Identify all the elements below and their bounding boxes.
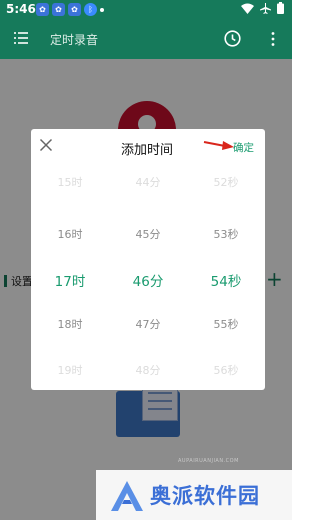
app-bar: 定时录音 (0, 19, 292, 59)
status-time: 5:46 (6, 2, 36, 16)
airplane-icon (260, 2, 271, 14)
second-option[interactable]: 56秒 (187, 362, 265, 378)
app-title: 定时录音 (50, 33, 99, 47)
bluetooth-icon: ᛒ (84, 3, 97, 16)
minute-option[interactable]: 47分 (109, 316, 187, 332)
add-time-dialog: 添加时间 确定 15时 16时 17时 18时 19时 44分 45分 46分 … (31, 129, 265, 390)
dialog-title: 添加时间 (121, 143, 174, 158)
paw-icon: ✿ (68, 3, 81, 16)
paw-icon: ✿ (36, 3, 49, 16)
second-option-selected[interactable]: 54秒 (187, 270, 265, 290)
watermark-url: AUPAIRUANJIAN.COM (178, 458, 239, 464)
paw-icon: ✿ (52, 3, 65, 16)
hour-option[interactable]: 15时 (31, 174, 109, 190)
second-option[interactable]: 53秒 (187, 226, 265, 242)
clock-icon[interactable] (224, 30, 241, 47)
minute-option[interactable]: 48分 (109, 362, 187, 378)
hour-option[interactable]: 16时 (31, 226, 109, 242)
hour-option-selected[interactable]: 17时 (31, 270, 109, 290)
second-option[interactable]: 52秒 (187, 174, 265, 190)
system-icons (241, 2, 284, 14)
watermark-logo-icon (111, 481, 143, 511)
minute-option-selected[interactable]: 46分 (109, 270, 187, 290)
watermark-text: 奥派软件园 (150, 484, 260, 508)
minute-option[interactable]: 44分 (109, 174, 187, 190)
status-bar: 5:46 ✿ ✿ ✿ ᛒ (0, 0, 292, 19)
menu-icon[interactable] (14, 31, 28, 45)
hour-option[interactable]: 18时 (31, 316, 109, 332)
annotation-arrow-icon (203, 141, 234, 150)
more-vert-icon[interactable] (270, 31, 276, 47)
dot-icon (100, 8, 104, 12)
close-icon[interactable] (39, 138, 53, 152)
notification-icons: ✿ ✿ ✿ ᛒ (36, 3, 104, 16)
minute-option[interactable]: 45分 (109, 226, 187, 242)
hour-option[interactable]: 19时 (31, 362, 109, 378)
wifi-icon (241, 3, 254, 14)
second-option[interactable]: 55秒 (187, 316, 265, 332)
battery-icon (277, 2, 284, 14)
confirm-button[interactable]: 确定 (233, 140, 254, 155)
